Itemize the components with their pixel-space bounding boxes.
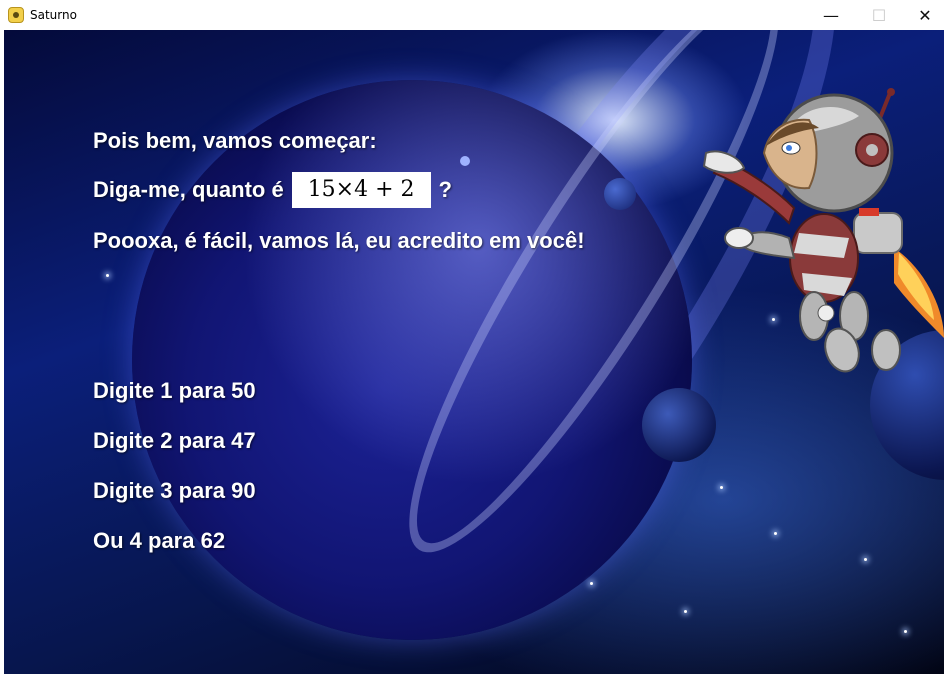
moon [642, 388, 716, 462]
answer-option-2: Digite 2 para 47 [93, 428, 256, 453]
star [106, 274, 109, 277]
maximize-icon: ☐ [871, 5, 887, 25]
pygame-app-icon [8, 7, 24, 23]
star [864, 558, 867, 561]
star [774, 532, 777, 535]
question-prefix: Diga-me, quanto é [93, 177, 284, 202]
title-bar: Saturno — ☐ ✕ [0, 0, 944, 30]
tiny-moon [460, 156, 470, 166]
question-row: Diga-me, quanto é 15×4 + 2 ? [93, 172, 452, 208]
close-button[interactable]: ✕ [902, 0, 944, 30]
minimize-icon: — [823, 5, 839, 25]
encouragement-text: Poooxa, é fácil, vamos lá, eu acredito e… [93, 228, 585, 253]
question-mark: ? [438, 177, 452, 202]
answer-option-1: Digite 1 para 50 [93, 378, 256, 403]
window-title: Saturno [30, 8, 77, 22]
close-icon: ✕ [918, 5, 932, 25]
answer-option-4: Ou 4 para 62 [93, 528, 226, 553]
astronaut-character [702, 88, 944, 373]
small-moon [604, 178, 636, 210]
star [720, 486, 723, 489]
maximize-button[interactable]: ☐ [856, 0, 902, 30]
math-expression-box: 15×4 + 2 [291, 172, 431, 208]
minimize-button[interactable]: — [808, 0, 854, 30]
star [904, 630, 907, 633]
intro-text: Pois bem, vamos começar: [93, 128, 377, 153]
star [590, 582, 593, 585]
game-canvas[interactable]: Pois bem, vamos começar: Diga-me, quanto… [4, 30, 944, 674]
star [684, 610, 687, 613]
answer-option-3: Digite 3 para 90 [93, 478, 256, 503]
